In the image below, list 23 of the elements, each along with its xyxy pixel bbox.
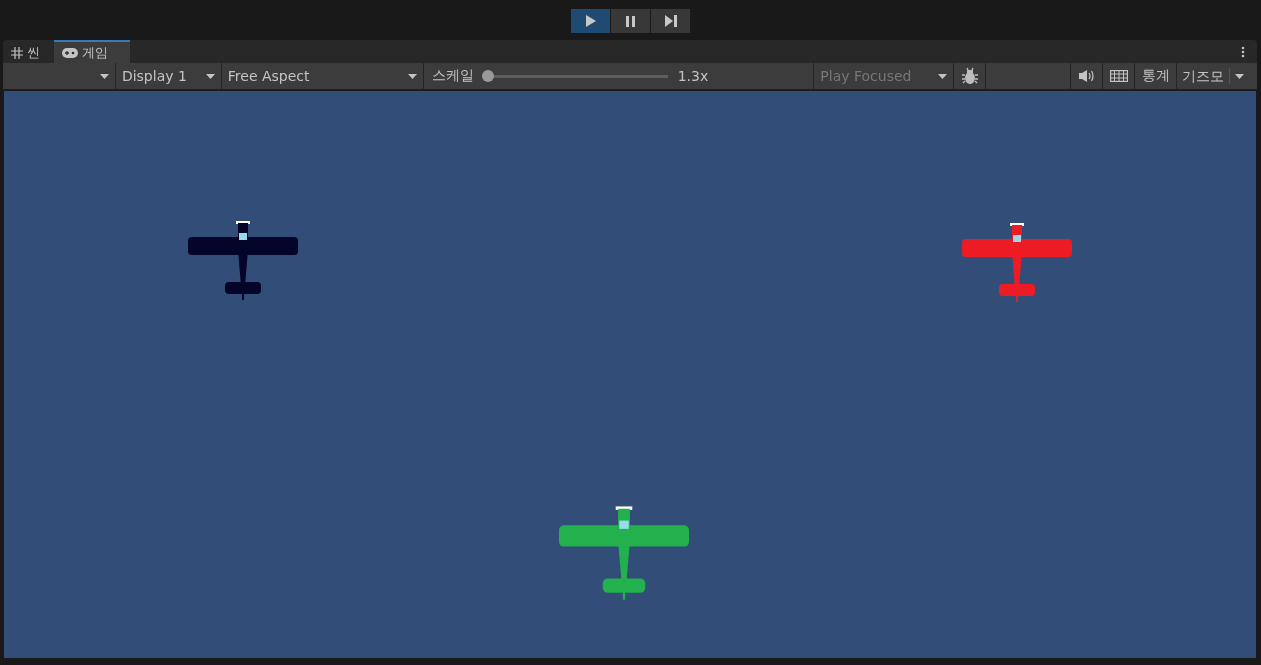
bug-icon [961, 67, 978, 85]
caret-icon [205, 73, 215, 79]
caret-icon [938, 73, 948, 79]
slider-thumb[interactable] [481, 70, 494, 82]
gamepad-icon [62, 47, 78, 58]
play-icon [585, 15, 596, 27]
scale-label: 스케일 [431, 67, 474, 85]
grid-icon [11, 46, 23, 59]
play-button[interactable] [571, 9, 610, 33]
kebab-icon [1241, 45, 1245, 58]
tab[interactable]: 게임 [54, 40, 130, 63]
pause-icon [626, 15, 635, 27]
caret-icon [99, 73, 109, 79]
scale-value: 1.3x [677, 68, 709, 84]
caret-icon [407, 73, 417, 79]
speaker-icon [1078, 70, 1095, 82]
step-button[interactable] [651, 9, 690, 33]
caret-icon [1235, 73, 1245, 79]
pause-button[interactable] [611, 9, 650, 33]
gizmos-button[interactable]: 기즈모 [1177, 68, 1231, 84]
keyboard-icon [1109, 70, 1128, 82]
step-icon [664, 15, 677, 27]
tab[interactable]: 씬 [3, 40, 48, 63]
